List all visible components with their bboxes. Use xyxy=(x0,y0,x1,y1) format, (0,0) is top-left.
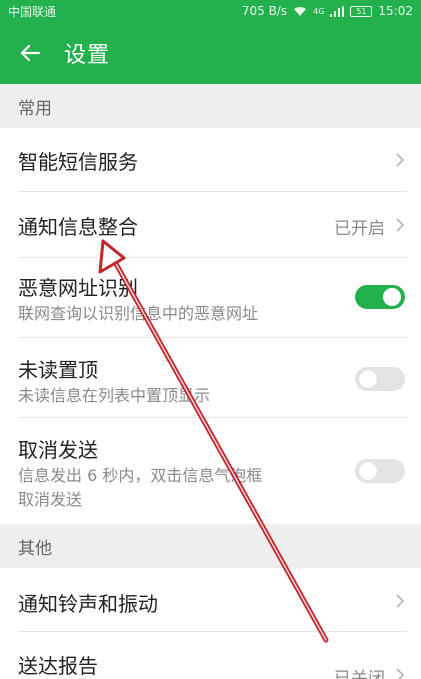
unread-top-toggle[interactable] xyxy=(355,367,405,391)
smart-sms-label: 智能短信服务 xyxy=(18,150,138,174)
back-arrow-icon xyxy=(20,44,41,62)
toggle-knob xyxy=(359,370,377,388)
chevron-right-icon xyxy=(396,218,405,232)
unread-top-description: 未读信息在列表中置顶显示 xyxy=(18,386,211,405)
carrier-label: 中国联通 xyxy=(8,4,57,19)
cancel-send-toggle[interactable] xyxy=(355,459,405,483)
network-type: 4G xyxy=(313,6,325,16)
section-header-common: 常用 xyxy=(0,84,421,128)
cancel-send-description-line1: 信息发出 6 秒内，双击信息气泡框 xyxy=(18,466,263,485)
wifi-icon xyxy=(294,6,307,16)
back-button[interactable] xyxy=(16,39,44,67)
toggle-knob xyxy=(359,462,377,480)
network-speed: 705 B/s xyxy=(241,4,288,18)
battery-level: 51 xyxy=(356,6,367,16)
app-bar: 设置 xyxy=(0,22,421,84)
signal-icon xyxy=(330,5,345,17)
ringtone-row[interactable]: 通知铃声和振动 xyxy=(0,568,421,632)
unread-top-row: 未读置顶 未读信息在列表中置顶显示 xyxy=(0,338,421,418)
malicious-url-description: 联网查询以识别信息中的恶意网址 xyxy=(18,304,259,323)
delivery-report-value: 已关闭 xyxy=(334,669,385,679)
delivery-report-label: 送达报告 xyxy=(18,654,98,678)
delivery-report-row[interactable]: 送达报告 已关闭 xyxy=(0,632,421,679)
chevron-right-icon xyxy=(396,153,405,167)
smart-sms-row[interactable]: 智能短信服务 xyxy=(0,128,421,192)
toggle-knob xyxy=(383,288,401,306)
notify-merge-label: 通知信息整合 xyxy=(18,215,138,239)
page-title: 设置 xyxy=(64,43,111,68)
section-header-label: 其他 xyxy=(18,538,52,559)
cancel-send-row: 取消发送 信息发出 6 秒内，双击信息气泡框 取消发送 xyxy=(0,418,421,524)
section-header-other: 其他 xyxy=(0,524,421,568)
unread-top-label: 未读置顶 xyxy=(18,358,98,382)
ringtone-label: 通知铃声和振动 xyxy=(18,592,158,616)
status-bar: 中国联通 705 B/s 4G 51 15:02 xyxy=(0,0,421,22)
cancel-send-description-line2: 取消发送 xyxy=(18,490,83,509)
clock: 15:02 xyxy=(378,4,413,18)
malicious-url-label: 恶意网址识别 xyxy=(18,276,138,300)
notify-merge-value: 已开启 xyxy=(334,219,385,239)
notify-merge-row[interactable]: 通知信息整合 已开启 xyxy=(0,192,421,258)
battery-icon: 51 xyxy=(350,5,373,17)
section-header-label: 常用 xyxy=(18,98,52,119)
malicious-url-toggle[interactable] xyxy=(355,285,405,309)
status-indicators: 705 B/s 4G 51 15:02 xyxy=(242,4,413,18)
chevron-right-icon xyxy=(396,668,405,679)
chevron-right-icon xyxy=(396,594,405,608)
malicious-url-row: 恶意网址识别 联网查询以识别信息中的恶意网址 xyxy=(0,258,421,338)
cancel-send-label: 取消发送 xyxy=(18,438,98,462)
